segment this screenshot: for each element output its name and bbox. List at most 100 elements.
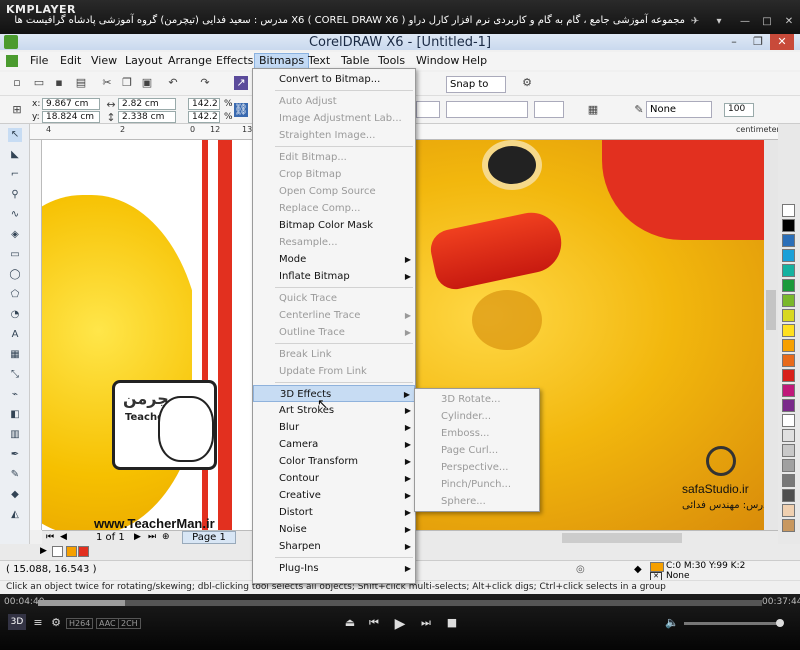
palette-swatch[interactable] xyxy=(782,519,795,532)
bitmaps-menu-item-crop-bitmap[interactable]: Crop Bitmap xyxy=(253,166,415,183)
prev-track-icon[interactable]: ⏮ xyxy=(366,616,382,630)
snap-to-dropdown[interactable]: Snap to xyxy=(446,76,506,93)
bitmaps-menu-item-auto-adjust[interactable]: Auto Adjust xyxy=(253,93,415,110)
menu-view[interactable]: View xyxy=(91,54,117,67)
palette-swatch[interactable] xyxy=(782,429,795,442)
connector-tool-icon[interactable]: ⌁ xyxy=(8,388,22,402)
menu-icon[interactable]: ▾ xyxy=(712,15,726,28)
next-page-icon[interactable]: ▶ xyxy=(134,532,141,542)
freehand-tool-icon[interactable]: ∿ xyxy=(8,208,22,222)
wrap-icon[interactable]: ▦ xyxy=(586,103,600,117)
doc-icon[interactable] xyxy=(6,55,18,67)
zoom-tool-icon[interactable]: ⚲ xyxy=(8,188,22,202)
palette-swatch[interactable] xyxy=(782,324,795,337)
menu-bitmaps[interactable]: Bitmaps xyxy=(254,53,310,69)
zoom-value-field[interactable]: 100 xyxy=(724,103,754,117)
bitmaps-menu-item-noise[interactable]: Noise ▶ xyxy=(253,521,415,538)
next-track-icon[interactable]: ⏭ xyxy=(418,616,434,630)
page-tab[interactable]: Page 1 xyxy=(182,531,236,544)
bitmaps-menu-item-color-transform[interactable]: Color Transform ▶ xyxy=(253,453,415,470)
vertical-scroll-thumb[interactable] xyxy=(766,290,776,330)
bitmaps-menu-item-bitmap-color-mask[interactable]: Bitmap Color Mask xyxy=(253,217,415,234)
bitmaps-menu-item-contour[interactable]: Contour ▶ xyxy=(253,470,415,487)
palette-swatch[interactable] xyxy=(782,339,795,352)
outline-pen-icon[interactable]: ✎ xyxy=(632,103,646,117)
bitmaps-menu-item-resample[interactable]: Resample... xyxy=(253,234,415,251)
palette-swatch[interactable] xyxy=(782,504,795,517)
palette-swatch[interactable] xyxy=(782,399,795,412)
bitmaps-menu-item-mode[interactable]: Mode ▶ xyxy=(253,251,415,268)
copy-icon[interactable]: ❐ xyxy=(120,76,134,90)
basic-shapes-icon[interactable]: ◔ xyxy=(8,308,22,322)
submenu-item-3d-rotate[interactable]: 3D Rotate... xyxy=(415,391,539,408)
settings-icon[interactable]: ⚙ xyxy=(48,616,64,629)
transparency-tool-icon[interactable]: ▥ xyxy=(8,428,22,442)
bitmaps-menu-item-outline-trace[interactable]: Outline Trace ▶ xyxy=(253,324,415,341)
palette-swatch[interactable] xyxy=(782,264,795,277)
lock-ratio-icon[interactable]: ⛓ xyxy=(234,103,248,117)
no-color-swatch[interactable] xyxy=(52,546,63,557)
bitmaps-menu-item-creative[interactable]: Creative ▶ xyxy=(253,487,415,504)
menu-tools[interactable]: Tools xyxy=(378,54,405,67)
bitmaps-menu-item-camera[interactable]: Camera ▶ xyxy=(253,436,415,453)
bitmaps-menu-item-inflate-bitmap[interactable]: Inflate Bitmap ▶ xyxy=(253,268,415,285)
color-proof-icon[interactable]: ◎ xyxy=(576,564,585,575)
menu-help[interactable]: Help xyxy=(462,54,487,67)
cut-icon[interactable]: ✂ xyxy=(100,76,114,90)
ruler-vertical[interactable] xyxy=(30,140,42,530)
menu-window[interactable]: Window xyxy=(416,54,459,67)
bitmaps-menu-item-image-adjustment-lab[interactable]: Image Adjustment Lab... xyxy=(253,110,415,127)
submenu-item-pinch-punch[interactable]: Pinch/Punch... xyxy=(415,476,539,493)
volume-slider[interactable] xyxy=(684,619,784,627)
bitmaps-menu-item-quick-trace[interactable]: Quick Trace xyxy=(253,290,415,307)
save-icon[interactable]: ▪ xyxy=(52,76,66,90)
horizontal-scrollbar[interactable] xyxy=(562,533,682,543)
height-field[interactable]: 2.338 cm xyxy=(118,111,176,123)
outline-combo[interactable]: None xyxy=(646,101,712,118)
bitmaps-menu-item-blur[interactable]: Blur ▶ xyxy=(253,419,415,436)
volume-icon[interactable]: 🔈 xyxy=(664,616,680,629)
eject-icon[interactable]: ⏏ xyxy=(342,616,358,629)
volume-knob[interactable] xyxy=(776,619,784,627)
doc-swatch-orange[interactable] xyxy=(66,546,77,557)
bitmaps-menu-item-art-strokes[interactable]: Art Strokes ▶ xyxy=(253,402,415,419)
palette-swatch[interactable] xyxy=(782,459,795,472)
bitmaps-menu-item-plug-ins[interactable]: Plug-Ins ▶ xyxy=(253,560,415,577)
palette-swatch[interactable] xyxy=(782,369,795,382)
menu-effects[interactable]: Effects xyxy=(216,54,253,67)
play-icon[interactable]: ▶ xyxy=(392,616,408,632)
menu-table[interactable]: Table xyxy=(341,54,369,67)
print-icon[interactable]: ▤ xyxy=(74,76,88,90)
scale-x-field[interactable]: 142.2 xyxy=(188,98,220,110)
rectangle-tool-icon[interactable]: ▭ xyxy=(8,248,22,262)
menu-arrange[interactable]: Arrange xyxy=(168,54,212,67)
dimension-tool-icon[interactable]: ⤡ xyxy=(8,368,22,382)
window-minimize-icon[interactable]: – xyxy=(722,34,746,50)
doc-swatch-red[interactable] xyxy=(78,546,89,557)
seek-bar[interactable] xyxy=(38,600,762,606)
palette-swatch[interactable] xyxy=(782,354,795,367)
bitmaps-menu-item-3d-effects[interactable]: 3D Effects ▶ xyxy=(253,385,415,402)
prev-page-icon[interactable]: ◀ xyxy=(60,532,67,542)
submenu-item-page-curl[interactable]: Page Curl... xyxy=(415,442,539,459)
menu-text[interactable]: Text xyxy=(308,54,330,67)
submenu-item-emboss[interactable]: Emboss... xyxy=(415,425,539,442)
palette-swatch[interactable] xyxy=(782,489,795,502)
bitmaps-menu-item-sharpen[interactable]: Sharpen ▶ xyxy=(253,538,415,555)
palette-swatch[interactable] xyxy=(782,219,795,232)
outline-tool-icon[interactable]: ✎ xyxy=(8,468,22,482)
bitmaps-menu-item-edit-bitmap[interactable]: Edit Bitmap... xyxy=(253,149,415,166)
palette-arrow-icon[interactable]: ▶ xyxy=(40,546,47,556)
fill-tool-icon[interactable]: ◆ xyxy=(8,488,22,502)
bitmaps-menu-item-convert-to-bitmap[interactable]: Convert to Bitmap... xyxy=(253,71,415,88)
submenu-item-cylinder[interactable]: Cylinder... xyxy=(415,408,539,425)
crop-tool-icon[interactable]: ⌐ xyxy=(8,168,22,182)
shape-tool-icon[interactable]: ◣ xyxy=(8,148,22,162)
polygon-tool-icon[interactable]: ⬠ xyxy=(8,288,22,302)
add-page-icon[interactable]: ⊕ xyxy=(162,532,170,542)
eyedropper-tool-icon[interactable]: ✒ xyxy=(8,448,22,462)
import-icon[interactable]: ↗ xyxy=(234,76,248,90)
interactive-fill-icon[interactable]: ◭ xyxy=(8,508,22,522)
y-field[interactable]: 18.824 cm xyxy=(42,111,100,123)
paste-icon[interactable]: ▣ xyxy=(140,76,154,90)
